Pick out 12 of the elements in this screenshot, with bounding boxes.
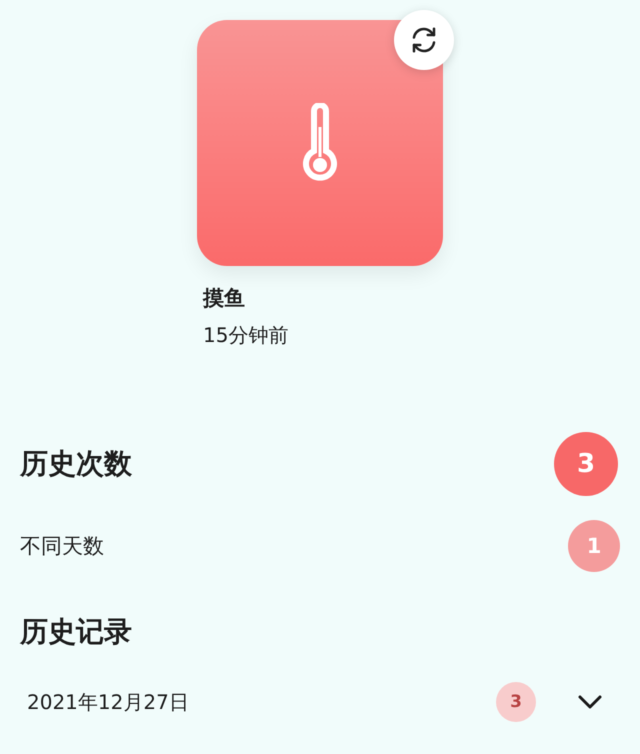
stat-label: 不同天数 (20, 533, 104, 560)
item-tile[interactable] (197, 20, 443, 266)
section-title: 历史记录 (20, 614, 133, 650)
stat-label: 历史次数 (20, 446, 132, 482)
item-name: 摸鱼 (202, 285, 245, 312)
thermometer-icon (300, 103, 340, 183)
count-badge: 3 (554, 432, 618, 496)
entry-date: 2021年12月27日 (27, 688, 190, 716)
count-badge: 3 (496, 682, 536, 722)
item-time: 15分钟前 (202, 322, 288, 349)
count-badge: 1 (568, 520, 620, 572)
chevron-icon (578, 695, 602, 709)
